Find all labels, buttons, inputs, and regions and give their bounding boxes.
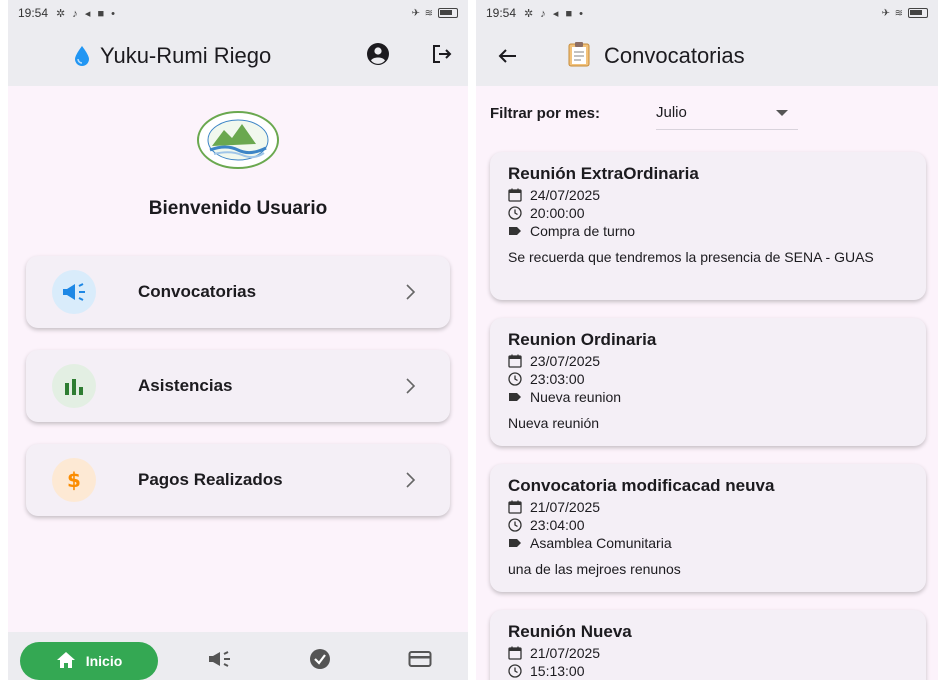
card-date: 21/07/2025	[530, 499, 601, 515]
card-description: una de las mejroes renunos	[508, 561, 681, 577]
card-title: Reunion Ordinaria	[508, 330, 657, 349]
convocatorias-screen: 19:54 ✲ ♪ ◂ ■ • ✈ ≋ Convocatorias Filtra…	[476, 0, 938, 680]
system-icons: ✈ ≋	[411, 8, 458, 19]
nav-home-label: Inicio	[85, 653, 123, 669]
credit-card-icon	[408, 650, 432, 673]
menu-card-convocatorias[interactable]: Convocatorias	[26, 256, 450, 328]
home-screen: 19:54 ✲ ♪ ◂ ■ • ✈ ≋ Yuku-Rumi Riego Bien…	[8, 0, 468, 680]
convocatoria-card[interactable]: Convocatoria modificacad neuva 21/07/202…	[490, 464, 926, 592]
card-time-row: 23:03:00	[508, 370, 908, 388]
menu-label: Convocatorias	[138, 282, 257, 301]
month-dropdown[interactable]: Julio	[656, 96, 798, 130]
card-date: 23/07/2025	[530, 353, 601, 369]
card-tag: Compra de turno	[530, 223, 636, 239]
account-circle-icon	[366, 42, 390, 71]
card-time-row: 23:04:00	[508, 516, 908, 534]
card-title: Convocatoria modificacad neuva	[508, 476, 775, 495]
label-tag-icon	[508, 536, 522, 550]
clock-icon	[508, 372, 522, 386]
card-title: Reunión Nueva	[508, 622, 632, 641]
card-tag: Asamblea Comunitaria	[530, 535, 672, 551]
card-date: 24/07/2025	[530, 187, 601, 203]
menu-label: Asistencias	[138, 376, 233, 395]
megaphone-icon	[207, 650, 233, 673]
card-time: 20:00:00	[530, 205, 585, 221]
card-time: 23:03:00	[530, 371, 585, 387]
nav-asistencias-button[interactable]	[306, 648, 334, 675]
card-date: 21/07/2025	[530, 645, 601, 661]
chevron-right-icon	[404, 468, 418, 492]
card-time: 23:04:00	[530, 517, 585, 533]
calendar-icon	[508, 500, 522, 514]
app-bar: Convocatorias	[476, 26, 938, 86]
chevron-right-icon	[404, 280, 418, 304]
bottom-navigation: Inicio	[8, 632, 468, 680]
convocatoria-card[interactable]: Reunión Nueva 21/07/2025 15:13:00	[490, 610, 926, 680]
clock-icon	[508, 518, 522, 532]
water-drop-icon	[74, 45, 90, 67]
back-button[interactable]	[494, 42, 522, 70]
status-time: 19:54	[18, 6, 49, 20]
card-tag-row: Asamblea Comunitaria	[508, 534, 908, 552]
status-bar: 19:54 ✲ ♪ ◂ ■ • ✈ ≋	[8, 0, 468, 26]
logout-button[interactable]	[426, 40, 458, 72]
system-icons: ✈ ≋	[881, 8, 928, 19]
card-tag-row: Compra de turno	[508, 222, 908, 240]
logout-icon	[431, 43, 453, 70]
label-tag-icon	[508, 390, 522, 404]
convocatoria-card[interactable]: Reunión ExtraOrdinaria 24/07/2025 20:00:…	[490, 152, 926, 300]
battery-icon	[438, 8, 458, 18]
nav-convocatorias-button[interactable]	[206, 650, 234, 672]
profile-button[interactable]	[362, 40, 394, 72]
notification-icons: ✲ ♪ ◂ ■ •	[56, 7, 117, 20]
card-time: 15:13:00	[530, 663, 585, 679]
card-time-row: 15:13:00	[508, 662, 908, 680]
card-tag-row: Nueva reunion	[508, 388, 908, 406]
arrow-back-icon	[494, 49, 522, 74]
nav-pagos-button[interactable]	[406, 650, 434, 672]
dropdown-arrow-icon	[776, 110, 788, 116]
convocatoria-card[interactable]: Reunion Ordinaria 23/07/2025 23:03:00 Nu…	[490, 318, 926, 446]
organization-logo	[196, 110, 280, 170]
megaphone-icon	[52, 270, 96, 314]
card-date-row: 24/07/2025	[508, 186, 908, 204]
clock-icon	[508, 664, 522, 678]
calendar-icon	[508, 188, 522, 202]
status-bar: 19:54 ✲ ♪ ◂ ■ • ✈ ≋	[476, 0, 938, 26]
app-bar: Yuku-Rumi Riego	[8, 26, 468, 86]
card-description: Nueva reunión	[508, 415, 600, 431]
welcome-text: Bienvenido Usuario	[148, 198, 328, 219]
screen-title: Convocatorias	[604, 43, 745, 68]
month-filter: Filtrar por mes: Julio	[490, 96, 798, 130]
card-tag: Nueva reunion	[530, 389, 622, 405]
status-time: 19:54	[486, 6, 517, 20]
month-dropdown-value: Julio	[656, 104, 687, 121]
card-date-row: 21/07/2025	[508, 498, 908, 516]
dollar-icon: $	[52, 458, 96, 502]
menu-label: Pagos Realizados	[138, 470, 283, 489]
filter-label: Filtrar por mes:	[490, 104, 601, 122]
home-icon	[56, 651, 76, 672]
nav-home-button[interactable]: Inicio	[20, 642, 158, 680]
menu-card-pagos[interactable]: $ Pagos Realizados	[26, 444, 450, 516]
notification-icons: ✲ ♪ ◂ ■ •	[524, 7, 585, 20]
calendar-icon	[508, 646, 522, 660]
clipboard-icon	[568, 41, 590, 72]
bar-chart-icon	[52, 364, 96, 408]
label-tag-icon	[508, 224, 522, 238]
card-date-row: 23/07/2025	[508, 352, 908, 370]
card-title: Reunión ExtraOrdinaria	[508, 164, 699, 183]
app-title: Yuku-Rumi Riego	[100, 43, 272, 68]
calendar-icon	[508, 354, 522, 368]
menu-card-asistencias[interactable]: Asistencias	[26, 350, 450, 422]
battery-icon	[908, 8, 928, 18]
card-time-row: 20:00:00	[508, 204, 908, 222]
clock-icon	[508, 206, 522, 220]
chevron-right-icon	[404, 374, 418, 398]
card-description: Se recuerda que tendremos la presencia d…	[508, 249, 874, 265]
check-circle-icon	[309, 648, 331, 675]
card-date-row: 21/07/2025	[508, 644, 908, 662]
